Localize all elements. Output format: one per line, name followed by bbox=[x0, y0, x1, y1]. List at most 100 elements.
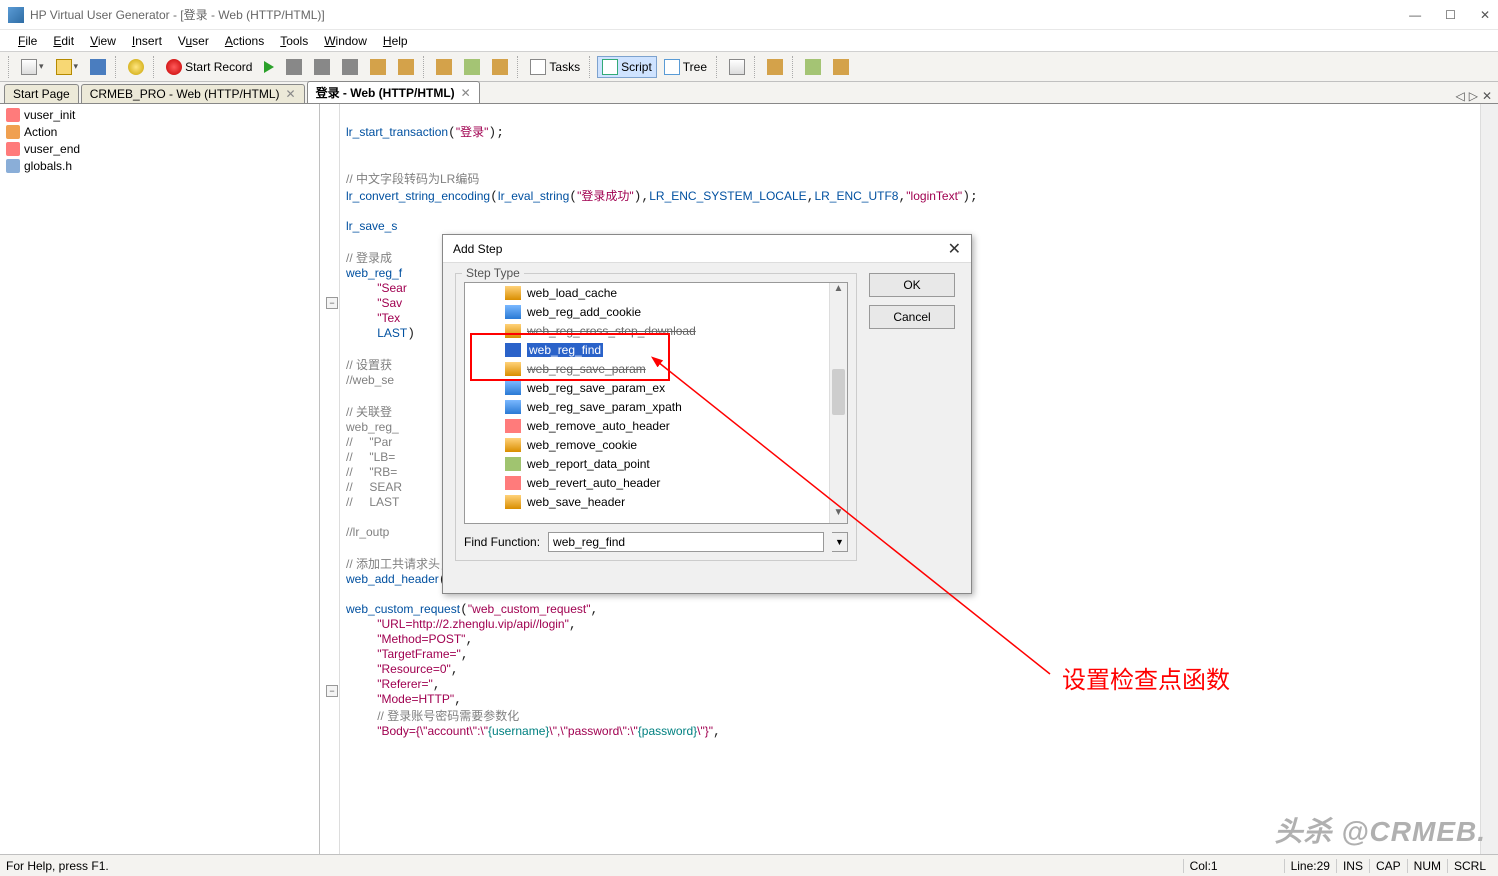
editor-scrollbar[interactable] bbox=[1480, 104, 1498, 854]
function-icon bbox=[505, 476, 521, 490]
document-tabs: Start Page CRMEB_PRO - Web (HTTP/HTML)✕ … bbox=[0, 82, 1498, 104]
list-item: web_revert_auto_header bbox=[465, 473, 847, 492]
sidebar-item-action[interactable]: Action bbox=[2, 123, 317, 140]
step-type-listbox[interactable]: web_load_cache web_reg_add_cookie web_re… bbox=[464, 282, 848, 524]
close-button[interactable]: ✕ bbox=[1480, 8, 1490, 22]
function-icon bbox=[505, 495, 521, 509]
function-icon bbox=[505, 457, 521, 471]
menu-tools[interactable]: Tools bbox=[274, 32, 314, 50]
menu-help[interactable]: Help bbox=[377, 32, 414, 50]
scroll-thumb[interactable] bbox=[832, 369, 845, 415]
tb-icon-f[interactable] bbox=[800, 56, 826, 78]
toolbar: Start Record Tasks Script Tree bbox=[0, 52, 1498, 82]
script-init-icon bbox=[6, 108, 20, 122]
sidebar-item-vuser-init[interactable]: vuser_init bbox=[2, 106, 317, 123]
add-step-dialog: Add Step ✕ Step Type web_load_cache web_… bbox=[442, 234, 972, 594]
play-button[interactable] bbox=[259, 56, 279, 78]
menu-window[interactable]: Window bbox=[318, 32, 373, 50]
app-icon bbox=[8, 7, 24, 23]
save-button[interactable] bbox=[85, 56, 111, 78]
list-item: web_remove_cookie bbox=[465, 435, 847, 454]
step-type-fieldset: Step Type web_load_cache web_reg_add_coo… bbox=[455, 273, 857, 561]
status-line: Line:29 bbox=[1284, 859, 1336, 873]
new-button[interactable] bbox=[16, 56, 49, 78]
status-col: Col:1 bbox=[1183, 859, 1224, 873]
tb-misc2[interactable] bbox=[393, 56, 419, 78]
editor-gutter bbox=[320, 104, 340, 854]
stop-button[interactable] bbox=[281, 56, 307, 78]
menu-actions[interactable]: Actions bbox=[219, 32, 270, 50]
pause-button[interactable] bbox=[309, 56, 335, 78]
status-num: NUM bbox=[1407, 859, 1447, 873]
script-view-button[interactable]: Script bbox=[597, 56, 657, 78]
script-end-icon bbox=[6, 142, 20, 156]
sidebar-item-vuser-end[interactable]: vuser_end bbox=[2, 140, 317, 157]
list-item: web_save_header bbox=[465, 492, 847, 511]
tab-crmeb-pro[interactable]: CRMEB_PRO - Web (HTTP/HTML)✕ bbox=[81, 84, 305, 103]
scroll-down-icon[interactable]: ▼ bbox=[830, 507, 847, 523]
tab-prev-icon[interactable]: ◁ bbox=[1455, 89, 1464, 103]
list-item: web_report_data_point bbox=[465, 454, 847, 473]
find-function-dropdown-icon[interactable]: ▼ bbox=[832, 532, 848, 552]
script-action-icon bbox=[6, 125, 20, 139]
annotation-text: 设置检查点函数 bbox=[1062, 660, 1230, 695]
tb-icon-e[interactable] bbox=[762, 56, 788, 78]
close-tab-icon[interactable]: ✕ bbox=[461, 86, 471, 100]
cancel-button[interactable]: Cancel bbox=[869, 305, 955, 329]
function-icon bbox=[505, 419, 521, 433]
titlebar: HP Virtual User Generator - [登录 - Web (H… bbox=[0, 0, 1498, 30]
menu-edit[interactable]: Edit bbox=[47, 32, 80, 50]
tasks-button[interactable]: Tasks bbox=[525, 56, 585, 78]
tb-icon-a[interactable] bbox=[431, 56, 457, 78]
status-cap: CAP bbox=[1369, 859, 1407, 873]
script-header-icon bbox=[6, 159, 20, 173]
menu-insert[interactable]: Insert bbox=[126, 32, 168, 50]
ok-button[interactable]: OK bbox=[869, 273, 955, 297]
status-help-text: For Help, press F1. bbox=[6, 859, 109, 873]
close-tab-icon[interactable]: ✕ bbox=[286, 87, 296, 101]
tab-close-icon[interactable]: ✕ bbox=[1482, 89, 1492, 103]
script-sidebar: vuser_init Action vuser_end globals.h bbox=[0, 104, 320, 854]
status-scrl: SCRL bbox=[1447, 859, 1492, 873]
menu-vuser[interactable]: Vuser bbox=[172, 32, 215, 50]
function-icon bbox=[505, 305, 521, 319]
minimize-button[interactable]: — bbox=[1409, 8, 1421, 22]
function-icon bbox=[505, 286, 521, 300]
statusbar: For Help, press F1. Col:1 Line:29 INS CA… bbox=[0, 854, 1498, 876]
tab-login[interactable]: 登录 - Web (HTTP/HTML)✕ bbox=[307, 81, 480, 103]
menubar: File Edit View Insert Vuser Actions Tool… bbox=[0, 30, 1498, 52]
menu-view[interactable]: View bbox=[84, 32, 122, 50]
wizard-button[interactable] bbox=[123, 56, 149, 78]
find-function-input[interactable] bbox=[548, 532, 824, 552]
maximize-button[interactable]: ☐ bbox=[1445, 8, 1456, 22]
tb-icon-g[interactable] bbox=[828, 56, 854, 78]
watermark: 头杀 @CRMEB. bbox=[1274, 810, 1486, 850]
skip-button[interactable] bbox=[337, 56, 363, 78]
list-item: web_reg_save_param_xpath bbox=[465, 397, 847, 416]
function-icon bbox=[505, 381, 521, 395]
tb-icon-c[interactable] bbox=[487, 56, 513, 78]
tab-start-page[interactable]: Start Page bbox=[4, 84, 79, 103]
tb-icon-b[interactable] bbox=[459, 56, 485, 78]
tree-view-button[interactable]: Tree bbox=[659, 56, 712, 78]
dialog-close-button[interactable]: ✕ bbox=[948, 239, 961, 259]
fold-marker[interactable]: − bbox=[326, 685, 338, 697]
fold-marker[interactable]: − bbox=[326, 297, 338, 309]
tab-next-icon[interactable]: ▷ bbox=[1469, 89, 1478, 103]
tb-icon-d[interactable] bbox=[724, 56, 750, 78]
sidebar-item-globals[interactable]: globals.h bbox=[2, 157, 317, 174]
start-record-button[interactable]: Start Record bbox=[161, 56, 257, 78]
list-item: web_load_cache bbox=[465, 283, 847, 302]
annotation-highlight-box bbox=[470, 333, 670, 381]
listbox-scrollbar[interactable]: ▲ ▼ bbox=[829, 283, 847, 523]
open-button[interactable] bbox=[51, 56, 84, 78]
find-function-label: Find Function: bbox=[464, 535, 540, 549]
tb-misc1[interactable] bbox=[365, 56, 391, 78]
window-title: HP Virtual User Generator - [登录 - Web (H… bbox=[30, 6, 325, 23]
scroll-up-icon[interactable]: ▲ bbox=[830, 283, 847, 299]
function-icon bbox=[505, 438, 521, 452]
dialog-title: Add Step bbox=[453, 242, 502, 256]
function-icon bbox=[505, 400, 521, 414]
list-item: web_remove_auto_header bbox=[465, 416, 847, 435]
menu-file[interactable]: File bbox=[12, 32, 43, 50]
